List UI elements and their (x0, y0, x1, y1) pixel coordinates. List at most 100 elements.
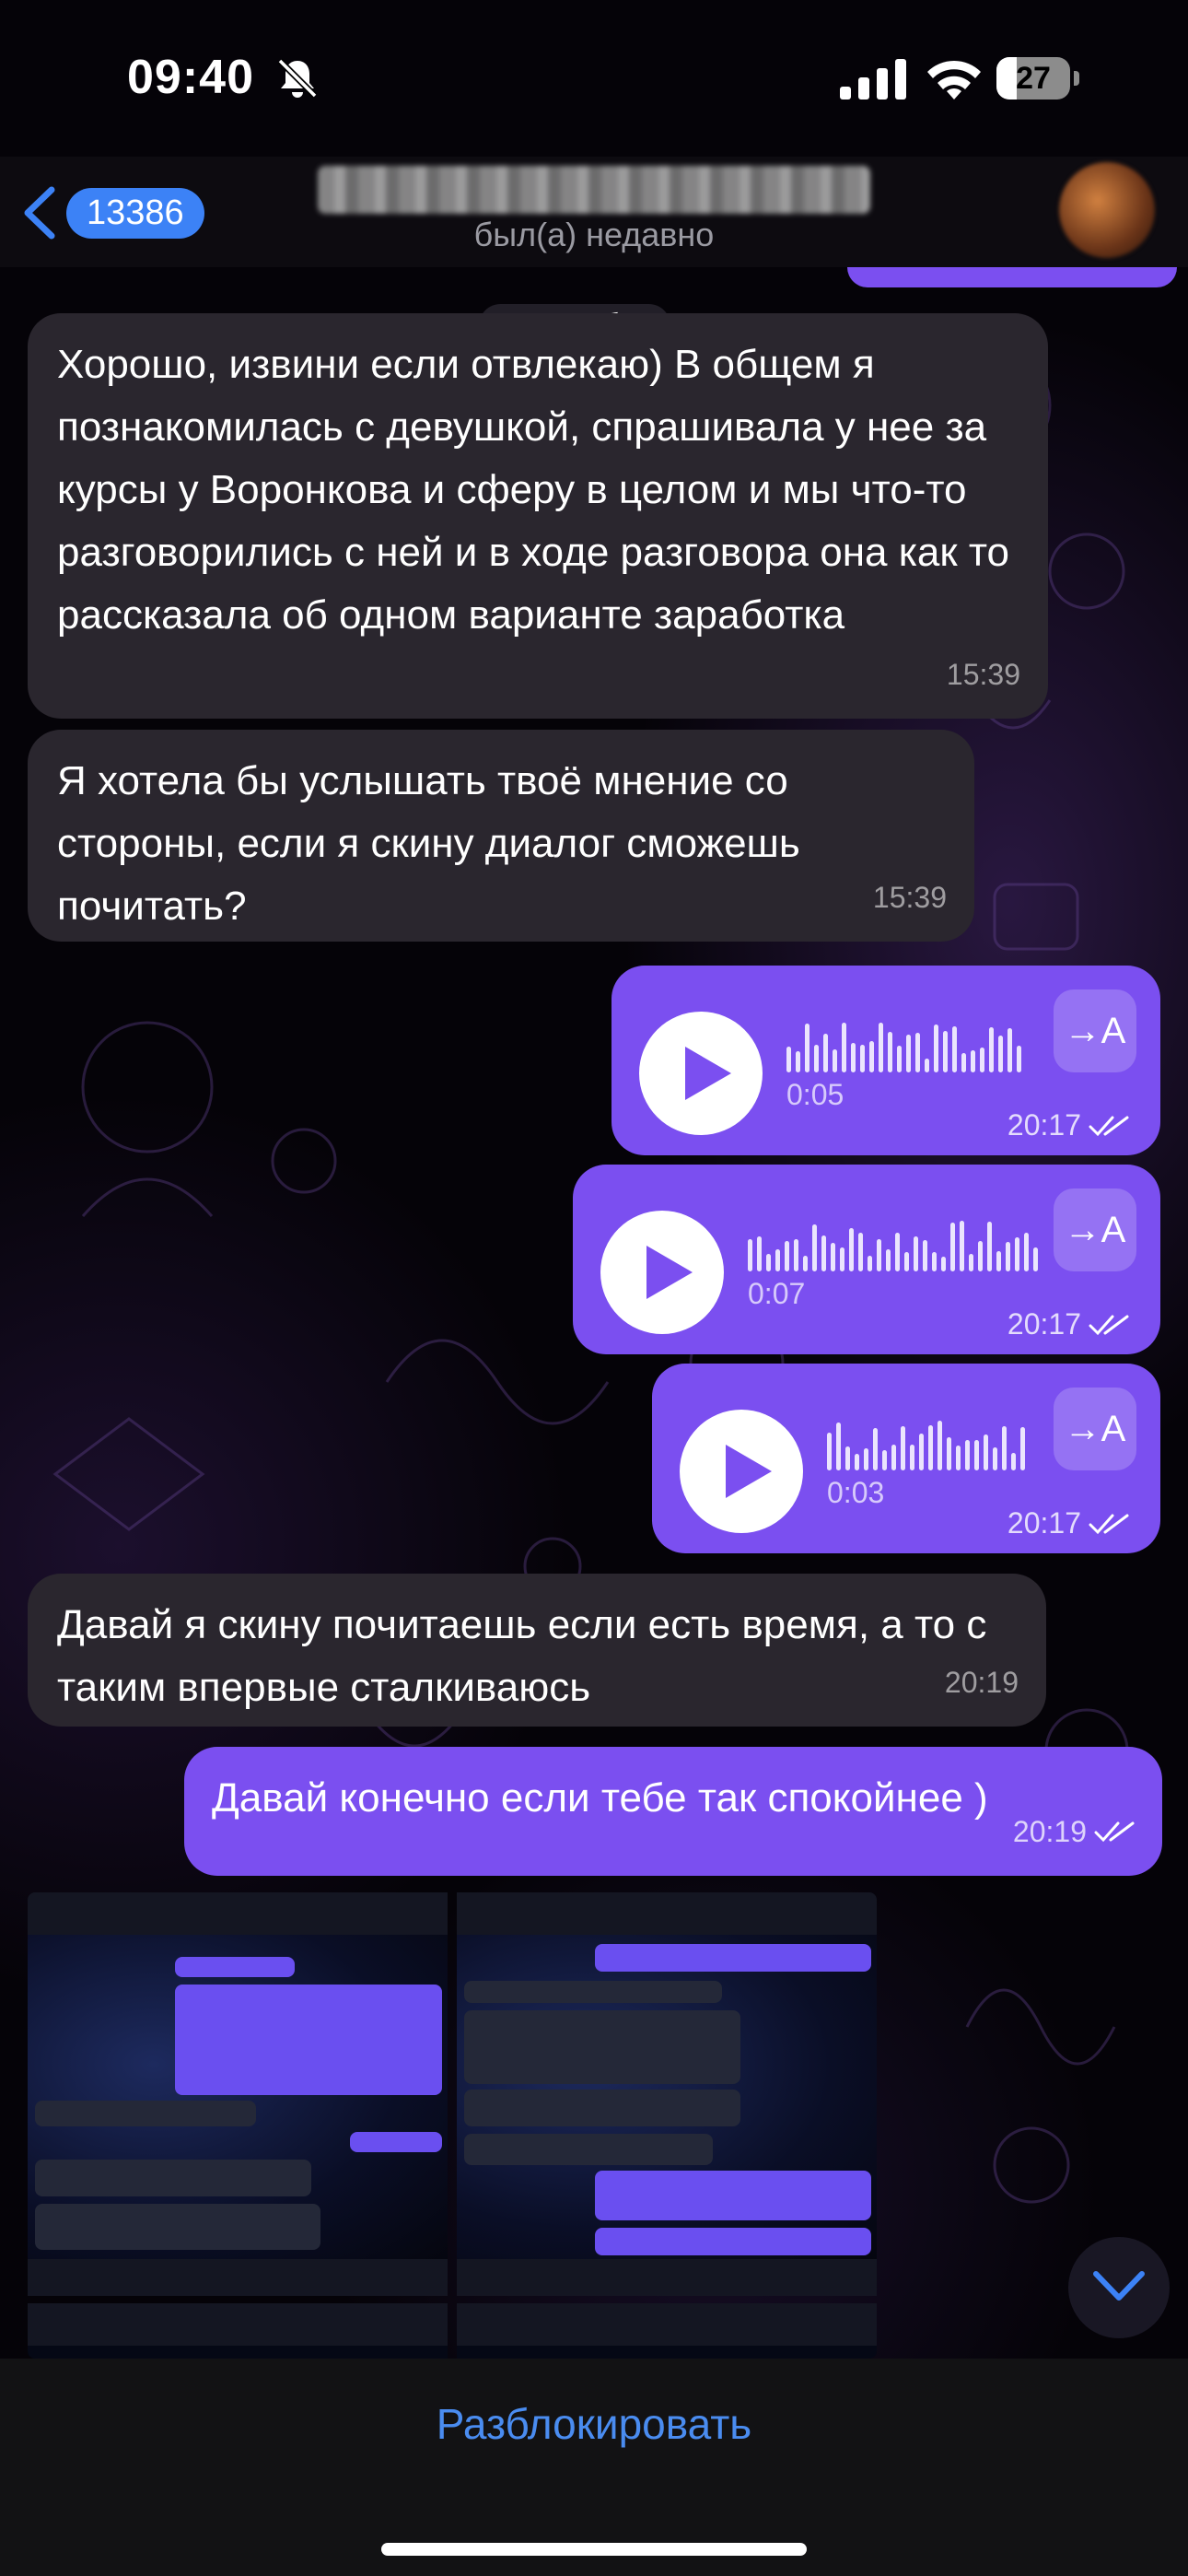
message-text: Давай я скину почитаешь если есть время,… (57, 1602, 987, 1710)
waveform-bar (864, 1448, 868, 1470)
waveform-bar (851, 1043, 856, 1072)
waveform-bar (877, 1239, 881, 1271)
play-button[interactable] (600, 1211, 724, 1334)
avatar[interactable] (1059, 162, 1155, 258)
waveform-bar (952, 1026, 957, 1072)
waveform-bar (993, 1447, 997, 1470)
waveform-bar (873, 1428, 878, 1470)
voice-waveform[interactable] (827, 1419, 1025, 1470)
home-indicator[interactable] (381, 2543, 807, 2556)
status-time: 09:40 (127, 51, 254, 104)
waveform-bar (849, 1228, 854, 1271)
message-time: 20:19 (944, 1666, 1019, 1699)
message-time: 20:17 (1007, 1307, 1081, 1341)
waveform-bar (891, 1445, 896, 1470)
waveform-bar (827, 1433, 832, 1470)
waveform-bar (836, 1423, 841, 1470)
unblock-button[interactable]: Разблокировать (0, 2399, 1188, 2449)
attachment-image (28, 1892, 448, 2296)
message-incoming[interactable]: Давай я скину почитаешь если есть время,… (28, 1574, 1046, 1727)
waveform-bar (757, 1236, 762, 1271)
waveform-bar (969, 1254, 973, 1271)
transcribe-button[interactable]: →A (1054, 1388, 1136, 1470)
message-time: 20:17 (1007, 1506, 1081, 1540)
double-check-icon (1089, 1514, 1129, 1534)
waveform-bar (961, 1053, 966, 1072)
voice-message[interactable]: 0:07 →A 20:17 (573, 1165, 1160, 1354)
waveform-bar (925, 1059, 929, 1072)
waveform-bar (833, 1049, 837, 1072)
waveform-bar (855, 1454, 859, 1470)
waveform-bar (965, 1440, 970, 1470)
waveform-bar (901, 1426, 905, 1470)
waveform-bar (1017, 1046, 1021, 1072)
transcribe-button[interactable]: →A (1054, 989, 1136, 1072)
waveform-bar (996, 1251, 1001, 1271)
waveform-bar (914, 1236, 918, 1271)
message-meta: 20:17 (1007, 1307, 1129, 1341)
waveform-bar (840, 1247, 844, 1271)
play-icon (726, 1445, 772, 1498)
attachment-image (457, 1892, 877, 2296)
message-meta: 20:19 (1013, 1800, 1135, 1863)
waveform-bar (766, 1254, 771, 1271)
voice-message[interactable]: 0:03 →A 20:17 (652, 1364, 1160, 1553)
message-meta: 20:17 (1007, 1108, 1129, 1142)
waveform-bar (831, 1243, 835, 1271)
message-outgoing[interactable]: Давай конечно если тебе так спокойнее ) … (184, 1747, 1162, 1876)
waveform-bar (1002, 1426, 1007, 1470)
message-text: Давай конечно если тебе так спокойнее ) (212, 1775, 988, 1821)
message-time: 15:39 (946, 658, 1020, 691)
waveform-bar (858, 1233, 863, 1271)
waveform-bar (845, 1446, 850, 1470)
waveform-bar (928, 1425, 933, 1470)
waveform-bar (823, 1034, 828, 1072)
waveform-bar (1011, 1453, 1016, 1470)
play-button[interactable] (639, 1012, 763, 1135)
message-meta: 20:19 (945, 1651, 1019, 1714)
wifi-icon (927, 60, 981, 100)
play-icon (646, 1246, 693, 1299)
voice-duration: 0:03 (827, 1476, 885, 1509)
waveform-bar (1006, 1242, 1010, 1271)
chat-last-seen: был(а) недавно (473, 216, 715, 253)
waveform-bar (869, 1041, 874, 1072)
waveform-bar (919, 1434, 924, 1470)
waveform-bar (938, 1421, 942, 1470)
battery-percent: 27 (1016, 61, 1051, 96)
attachment-image (28, 2303, 448, 2359)
chat-name-redacted[interactable] (318, 166, 870, 214)
play-button[interactable] (680, 1410, 803, 1533)
message-text: Хорошо, извини если отвлекаю) В общем я … (57, 342, 1009, 638)
voice-waveform[interactable] (748, 1220, 1038, 1271)
waveform-bar (794, 1239, 798, 1271)
voice-message[interactable]: 0:05 →A 20:17 (611, 966, 1160, 1155)
status-bar: 09:40 27 (0, 0, 1188, 157)
waveform-bar (987, 1222, 992, 1271)
waveform-bar (812, 1224, 817, 1271)
voice-waveform[interactable] (786, 1021, 1021, 1072)
play-icon (685, 1047, 731, 1100)
chat-header: 13386 был(а) недавно (0, 157, 1188, 267)
waveform-bar (947, 1437, 951, 1470)
waveform-bar (821, 1235, 826, 1271)
waveform-bar (1033, 1247, 1038, 1271)
waveform-bar (910, 1445, 914, 1470)
transcribe-button[interactable]: →A (1054, 1188, 1136, 1271)
chevron-down-icon (1093, 2271, 1145, 2301)
screenshot-attachment[interactable] (28, 1892, 877, 2359)
waveform-bar (1020, 1427, 1025, 1470)
attachment-image (457, 2303, 877, 2359)
waveform-bar (814, 1045, 819, 1072)
waveform-bar (886, 1249, 891, 1271)
message-incoming[interactable]: Я хотела бы услышать твоё мнение со стор… (28, 730, 974, 942)
waveform-bar (974, 1440, 979, 1470)
message-incoming[interactable]: Хорошо, извини если отвлекаю) В общем я … (28, 313, 1048, 719)
message-meta: 15:39 (873, 866, 947, 929)
scroll-down-button[interactable] (1068, 2237, 1170, 2338)
waveform-bar (906, 1035, 911, 1072)
waveform-bar (868, 1256, 872, 1271)
double-check-icon (1089, 1116, 1129, 1136)
waveform-bar (796, 1051, 800, 1072)
waveform-bar (960, 1221, 964, 1271)
